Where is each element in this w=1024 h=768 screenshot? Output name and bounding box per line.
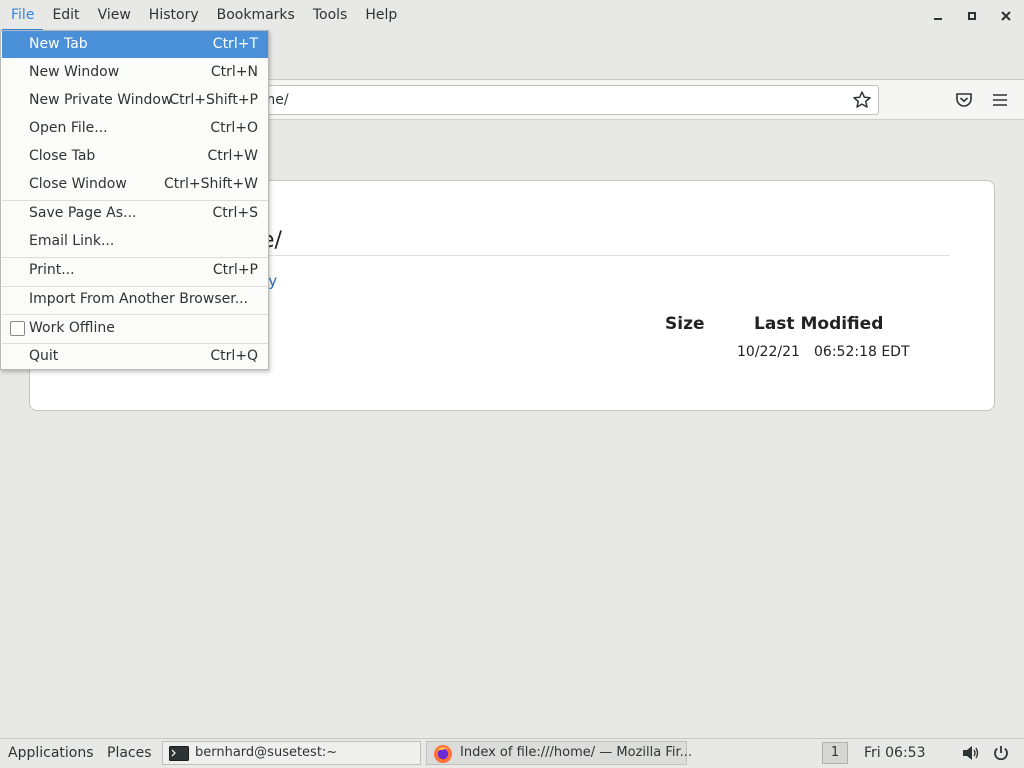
menu-item-email-link[interactable]: Email Link... xyxy=(2,228,268,255)
row-modified-date: 10/22/21 xyxy=(737,344,800,360)
column-header-last-modified[interactable]: Last Modified xyxy=(754,314,883,334)
menu-history[interactable]: History xyxy=(140,0,208,31)
close-window-button[interactable] xyxy=(991,0,1021,31)
menu-item-open-file[interactable]: Open File... Ctrl+O xyxy=(2,115,268,142)
menu-item-quit[interactable]: Quit Ctrl+Q xyxy=(2,343,268,370)
maximize-button[interactable] xyxy=(957,0,987,31)
places-menu[interactable]: Places xyxy=(107,745,152,761)
taskbar-window-firefox[interactable]: Index of file:///home/ — Mozilla Fir... xyxy=(426,741,692,765)
menu-item-new-tab[interactable]: New Tab Ctrl+T xyxy=(2,31,268,58)
menu-item-close-window[interactable]: Close Window Ctrl+Shift+W xyxy=(2,171,268,198)
bookmark-star-icon[interactable] xyxy=(852,90,872,110)
menu-item-new-private-window[interactable]: New Private Window Ctrl+Shift+P xyxy=(2,87,268,114)
close-icon xyxy=(1001,10,1011,21)
workspace-indicator[interactable]: 1 xyxy=(822,742,848,764)
volume-icon[interactable] xyxy=(962,745,980,761)
minimize-icon xyxy=(934,17,942,20)
work-offline-checkbox[interactable] xyxy=(10,321,25,336)
hamburger-menu-icon[interactable] xyxy=(989,89,1011,111)
menu-edit[interactable]: Edit xyxy=(43,0,88,31)
maximize-icon xyxy=(968,11,976,20)
applications-menu[interactable]: Applications xyxy=(8,745,94,761)
column-header-size[interactable]: Size xyxy=(665,314,705,334)
taskbar-window-terminal[interactable]: bernhard@susetest:~ xyxy=(162,741,421,765)
menu-view[interactable]: View xyxy=(89,0,140,31)
firefox-icon xyxy=(434,745,452,763)
menu-item-save-page-as[interactable]: Save Page As... Ctrl+S xyxy=(2,200,268,227)
menu-item-new-window[interactable]: New Window Ctrl+N xyxy=(2,59,268,86)
file-menu-dropdown: New Tab Ctrl+T New Window Ctrl+N New Pri… xyxy=(0,30,269,370)
menu-item-work-offline[interactable]: Work Offline xyxy=(2,315,268,342)
menu-help[interactable]: Help xyxy=(356,0,406,31)
menu-item-close-tab[interactable]: Close Tab Ctrl+W xyxy=(2,143,268,170)
menu-item-import-from-another-browser[interactable]: Import From Another Browser... xyxy=(2,286,268,313)
pocket-icon[interactable] xyxy=(953,89,975,111)
row-modified-time: 06:52:18 EDT xyxy=(814,344,910,360)
terminal-icon xyxy=(169,746,189,761)
menu-file[interactable]: File xyxy=(2,0,44,31)
minimize-button[interactable] xyxy=(923,0,953,31)
menu-bar: File Edit View History Bookmarks Tools H… xyxy=(0,0,1024,31)
clock[interactable]: Fri 06:53 xyxy=(864,745,925,761)
menu-bookmarks[interactable]: Bookmarks xyxy=(208,0,304,31)
menu-tools[interactable]: Tools xyxy=(304,0,357,31)
menu-item-print[interactable]: Print... Ctrl+P xyxy=(2,257,268,284)
power-icon[interactable] xyxy=(992,744,1010,762)
